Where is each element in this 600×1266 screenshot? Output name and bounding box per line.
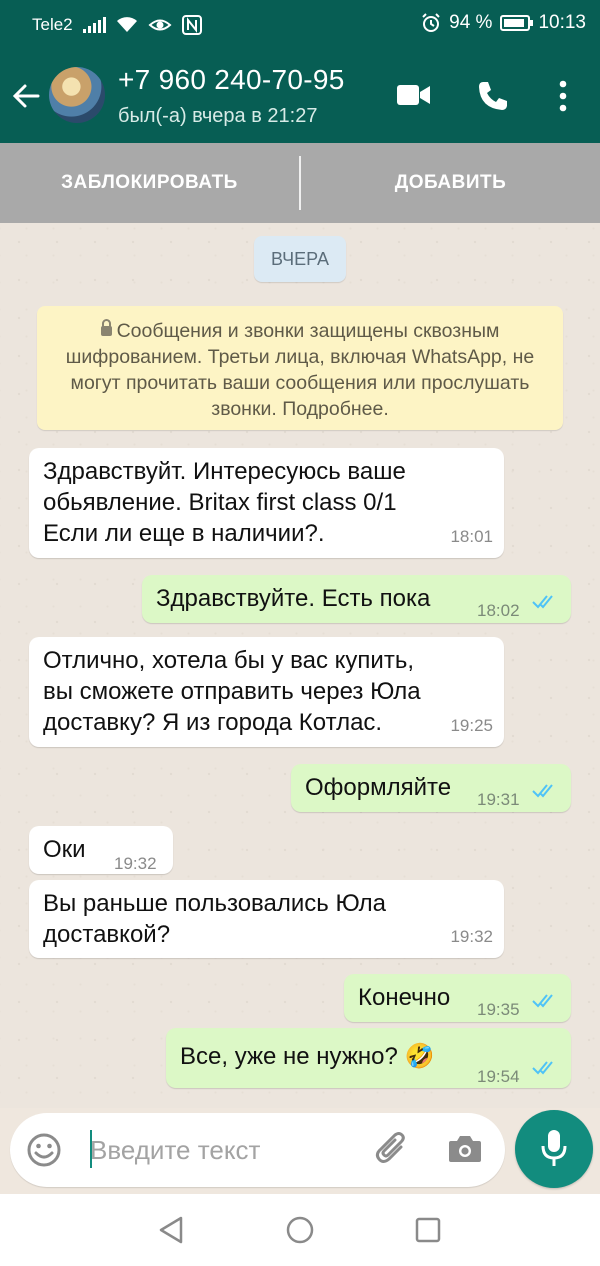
message-text: Здравствуйт. Интересуюсь ваше обьявление…: [43, 458, 406, 547]
message-time: 19:32: [450, 927, 493, 946]
message-bubble[interactable]: Отлично, хотела бы у вас купить, вы смож…: [29, 637, 504, 747]
read-ticks-icon: [532, 595, 553, 609]
attach-icon[interactable]: [373, 1130, 413, 1170]
message-text: Оки: [43, 836, 86, 863]
encryption-notice[interactable]: Сообщения и звонки защищены сквозным шиф…: [37, 306, 563, 430]
contact-name[interactable]: +7 960 240-70-95: [118, 64, 345, 96]
battery-icon: [500, 15, 534, 31]
nfc-icon: [181, 15, 202, 35]
mic-icon: [541, 1130, 567, 1166]
message-bubble[interactable]: Здравствуйт. Интересуюсь ваше обьявление…: [29, 448, 504, 558]
message-time: 19:54: [477, 1067, 520, 1086]
block-button[interactable]: ЗАБЛОКИРОВАТЬ: [0, 172, 299, 194]
eye-icon: [148, 19, 172, 31]
back-arrow-icon[interactable]: [10, 80, 42, 112]
read-ticks-icon: [532, 994, 553, 1008]
message-bubble[interactable]: Оформляйте 19:31: [291, 764, 571, 812]
message-text: Все, уже не нужно? 🤣: [180, 1043, 435, 1070]
message-text: Оформляйте: [305, 774, 452, 801]
date-chip: ВЧЕРА: [254, 236, 346, 282]
last-seen: был(-а) вчера в 21:27: [118, 105, 318, 127]
nav-back-icon[interactable]: [158, 1216, 184, 1244]
chat-header: +7 960 240-70-95 был(-а) вчера в 21:27: [0, 50, 600, 143]
voice-record-button[interactable]: [515, 1110, 593, 1188]
message-time: 18:01: [450, 527, 493, 546]
composer: Введите текст: [0, 1108, 600, 1192]
carrier-label: Tele2: [32, 15, 73, 34]
battery-percent: 94 %: [449, 12, 493, 33]
nav-home-icon[interactable]: [286, 1216, 314, 1244]
system-navigation-bar: [0, 1194, 600, 1266]
read-ticks-icon: [532, 784, 553, 798]
status-bar: Tele2 94 % 10:13: [0, 0, 600, 50]
message-text: Конечно: [358, 984, 451, 1011]
message-input[interactable]: Введите текст: [10, 1113, 505, 1187]
message-time: 18:02: [477, 601, 520, 620]
clock: 10:13: [538, 12, 586, 33]
message-bubble[interactable]: Оки 19:32: [29, 826, 173, 874]
message-bubble[interactable]: Все, уже не нужно? 🤣 19:54: [166, 1028, 571, 1088]
unknown-contact-actions: ЗАБЛОКИРОВАТЬ ДОБАВИТЬ: [0, 143, 600, 223]
phone-icon[interactable]: [476, 79, 510, 113]
video-call-icon[interactable]: [396, 82, 432, 108]
message-bubble[interactable]: Здравствуйте. Есть пока 18:02: [142, 575, 571, 623]
message-bubble[interactable]: Вы раньше пользовались Юла доставкой? 19…: [29, 880, 504, 958]
encryption-notice-text: Сообщения и звонки защищены сквозным шиф…: [65, 320, 535, 420]
message-text: Здравствуйте. Есть пока: [156, 585, 431, 612]
input-placeholder: Введите текст: [90, 1135, 261, 1165]
nav-recents-icon[interactable]: [415, 1217, 441, 1243]
add-contact-button[interactable]: ДОБАВИТЬ: [301, 172, 600, 194]
wifi-icon: [116, 17, 137, 32]
signal-icon: [82, 17, 106, 33]
avatar[interactable]: [49, 67, 105, 123]
message-time: 19:25: [450, 716, 493, 735]
more-vert-icon[interactable]: [558, 80, 568, 112]
lock-icon: [100, 319, 112, 336]
message-time: 19:35: [477, 1000, 520, 1019]
read-ticks-icon: [532, 1061, 553, 1075]
alarm-icon: [422, 13, 440, 32]
message-time: 19:32: [114, 854, 157, 873]
message-time: 19:31: [477, 790, 520, 809]
message-text: Вы раньше пользовались Юла доставкой?: [43, 890, 386, 948]
message-bubble[interactable]: Конечно 19:35: [344, 974, 571, 1022]
message-text: Отлично, хотела бы у вас купить, вы смож…: [43, 647, 421, 736]
emoji-icon[interactable]: [26, 1132, 62, 1168]
camera-icon[interactable]: [447, 1133, 483, 1165]
